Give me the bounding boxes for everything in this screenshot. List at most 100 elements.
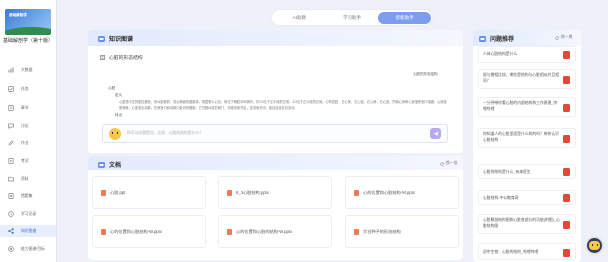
recommended-question-item[interactable]: 你知道人的心脏里面是什么样的吗？带你认识心脏结构 [478, 128, 576, 148]
refresh-icon [440, 161, 444, 166]
section-title-text: 问题推荐 [490, 37, 515, 43]
recommended-question-item[interactable]: 初中生物：心脏的结构_哔哩哔哩 [478, 243, 576, 260]
document-card[interactable]: 心的位置和心脏结构-W.pptx [92, 215, 206, 248]
mind-map-title: 心脏的形态结构 [109, 56, 143, 61]
recommended-question-item[interactable]: 心脏结构-中公教育网 [478, 190, 576, 205]
mind-map-icon [100, 55, 105, 60]
file-icon [354, 228, 359, 235]
sidebar-item-label: 资料 [21, 176, 29, 181]
sidebar-item-label: 错题集 [21, 193, 33, 198]
sidebar-item-label: 讨论 [21, 123, 29, 128]
sidebar-item-homework[interactable]: 作业 [0, 137, 56, 149]
sidebar-item-ability[interactable]: 能力图谱/目标 [0, 243, 56, 255]
sidebar-item-task[interactable]: 任务 [0, 83, 56, 95]
question-text: 心脏的结构是什么_有来医生 [483, 170, 531, 174]
tab-study-helper[interactable]: 学习助手 [326, 12, 379, 24]
panel-header [88, 156, 463, 170]
recommended-question-item[interactable]: 心脏解剖结构图和心脏各部分的功能(附图)_心脏结构图 [478, 214, 576, 234]
sidebar-item-chapter[interactable]: 章节 [0, 102, 56, 114]
mind-map-node-label[interactable]: 心脏的形态结构 [413, 72, 438, 77]
knowledge-graph-panel: 知识图谱 心脏的形态结构 心脏的形态结构 心脏 定义 心脏是中空的肌性器官，形似… [88, 30, 463, 153]
tab-ai-assistant[interactable]: AI助教 [273, 12, 326, 24]
course-cover-image[interactable]: 基础解剖学 [5, 9, 51, 35]
document-card[interactable]: 9_3心脏结构.pptx [218, 176, 332, 209]
docs-refresh-button[interactable]: 换一批 [440, 161, 457, 166]
chapter-icon [8, 105, 14, 111]
section-title-text: 知识图谱 [109, 37, 134, 43]
assistant-robot-icon [589, 241, 600, 250]
documents-section-title: 文档 [98, 160, 121, 169]
source-logo-icon [563, 249, 570, 257]
question-text: 心脏解剖结构图和心脏各部分的功能(附图)_心脏结构图 [483, 218, 560, 228]
mode-tabs: AI助教 学习助手 智能助手 [272, 10, 432, 25]
section-title-icon [98, 35, 105, 42]
source-logo-icon [563, 76, 570, 84]
mind-map-header: 心脏的形态结构 [100, 54, 143, 61]
document-card[interactable]: 心脏.ppt [92, 176, 206, 209]
sidebar-item-data[interactable]: 大数据 [0, 64, 56, 76]
source-logo-icon [563, 221, 570, 229]
recommended-question-item[interactable]: 人体心脏结构是什么 [478, 46, 576, 63]
sidebar-item-label: 章节 [21, 105, 29, 110]
source-logo-icon [563, 135, 570, 143]
recommended-questions-panel: 问题推荐 换一换 人体心脏结构是什么 鼠与猪相比较，哪些是结构与心脏相似并且相同… [473, 30, 581, 262]
data-icon [8, 67, 14, 73]
document-card[interactable]: 心的位置和心脏的结构-W.pptx [218, 215, 332, 248]
document-card[interactable]: 心的位置和心脏结构-W.pptx [345, 176, 459, 209]
ask-input-placeholder[interactable]: 你可以向我提问，比如：心脏的结构是什么？ [127, 131, 203, 136]
source-logo-icon [563, 194, 570, 202]
recommended-question-item[interactable]: 鼠与猪相比较，哪些是结构与心脏相似并且相同？ [478, 69, 576, 89]
sidebar-item-label: 作业 [21, 140, 29, 145]
sidebar-item-material[interactable]: 资料 [0, 173, 56, 185]
question-text: 你知道人的心脏里面是什么样的吗？带你认识心脏结构 [483, 132, 559, 142]
recommended-question-item[interactable]: 一分钟带你看心脏的内部结构和工作原理_哔哩哔哩 [478, 97, 576, 117]
cover-decoration [5, 27, 51, 35]
document-name: 大谷种子的形态结构 [363, 228, 401, 234]
document-name: 心的位置和心脏结构-W.pptx [110, 228, 162, 234]
document-name: 心脏.ppt [110, 189, 126, 195]
tab-smart-assistant[interactable]: 智能助手 [378, 11, 432, 24]
ask-input-box[interactable]: 你可以向我提问，比如：心脏的结构是什么？ [102, 124, 448, 143]
mind-map-definition-text: 心脏是中空的肌性器官，形似倒置的、前后稍扁的圆锥体，周围裹以心包，斜位于胸腔中纵… [119, 100, 447, 110]
refresh-icon [555, 35, 559, 40]
wrongbook-icon [8, 193, 14, 199]
mind-map-definition-node[interactable]: 定义 [115, 93, 122, 98]
sidebar-item-record[interactable]: 学习记录 [0, 208, 56, 220]
sidebar-item-graph[interactable]: 知识图谱 [0, 225, 56, 237]
ability-icon [8, 246, 14, 252]
knowledge-section-title: 知识图谱 [98, 34, 133, 43]
document-card[interactable]: 大谷种子的形态结构 [345, 215, 459, 248]
recommended-question-item[interactable]: 心脏的结构是什么_有来医生 [478, 164, 576, 179]
file-icon [101, 189, 106, 196]
file-icon [101, 228, 106, 235]
material-icon [8, 176, 14, 182]
section-title-text: 文档 [109, 163, 122, 169]
mind-map-feature-node[interactable]: 特点 [115, 113, 122, 118]
source-logo-icon [563, 51, 570, 59]
course-title: 基础解剖学（第十版） [2, 38, 53, 44]
sidebar-item-label: 学习记录 [21, 211, 37, 216]
documents-panel: 文档 换一批 心脏.ppt 9_3心脏结构.pptx 心的位置和心脏结构-W.p… [88, 156, 463, 260]
question-text: 一分钟带你看心脏的内部结构和工作原理_哔哩哔哩 [483, 101, 558, 111]
sidebar-item-wrongbook[interactable]: 错题集 [0, 190, 56, 202]
panel-header [88, 30, 463, 46]
section-title-icon [98, 161, 105, 168]
sidebar-item-exam[interactable]: 考试 [0, 155, 56, 167]
discussion-icon [8, 123, 14, 129]
sidebar-item-discussion[interactable]: 讨论 [0, 120, 56, 132]
sidebar-item-label: 能力图谱/目标 [21, 246, 45, 251]
source-logo-icon [563, 168, 570, 176]
mind-map-root-node[interactable]: 心脏 [108, 86, 115, 91]
recommend-refresh-button[interactable]: 换一换 [555, 35, 572, 40]
floating-assistant-button[interactable] [587, 238, 602, 253]
send-icon [433, 131, 438, 136]
send-button[interactable] [430, 128, 441, 139]
assistant-avatar-icon [109, 128, 121, 140]
exam-icon [8, 158, 14, 164]
course-cover-text: 基础解剖学 [9, 13, 27, 17]
document-name: 心的位置和心脏结构-W.pptx [363, 189, 415, 195]
refresh-label: 换一批 [446, 161, 458, 165]
file-icon [227, 228, 232, 235]
sidebar: 基础解剖学 基础解剖学（第十版） 大数据 任务 章节 讨论 作业 考试 资料 错… [0, 0, 57, 262]
question-text: 鼠与猪相比较，哪些是结构与心脏相似并且相同？ [483, 73, 559, 83]
